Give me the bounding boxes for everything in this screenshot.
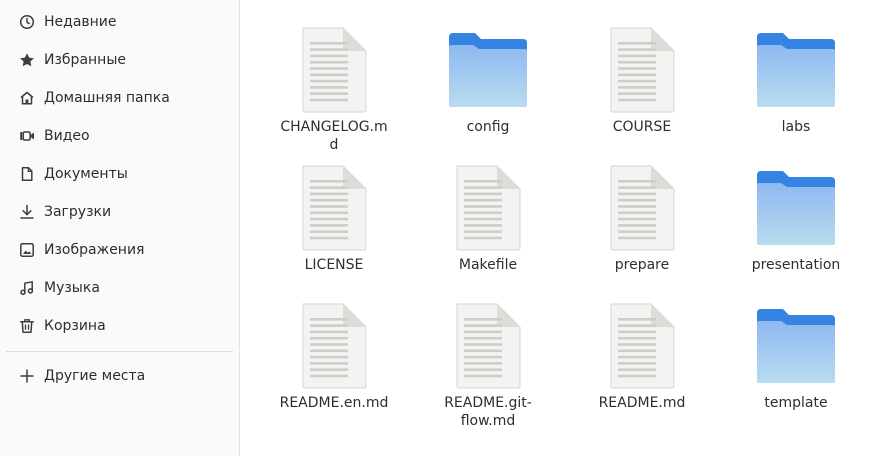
file-item[interactable]: CHANGELOG.md bbox=[257, 22, 411, 160]
sidebar-item-documents[interactable]: Документы bbox=[0, 155, 239, 193]
file-item[interactable]: LICENSE bbox=[257, 160, 411, 298]
folder-icon bbox=[748, 22, 844, 118]
sidebar-item-downloads[interactable]: Загрузки bbox=[0, 193, 239, 231]
clock-icon bbox=[19, 14, 35, 30]
sidebar-item-label: Изображения bbox=[44, 242, 145, 258]
folder-icon bbox=[748, 298, 844, 394]
file-item[interactable]: README.md bbox=[565, 298, 719, 436]
star-icon bbox=[19, 52, 35, 68]
file-name-label: LICENSE bbox=[304, 257, 364, 273]
document-icon bbox=[19, 166, 35, 182]
text-file-icon bbox=[594, 22, 690, 118]
home-icon bbox=[19, 90, 35, 106]
file-name-label: README.md bbox=[598, 395, 686, 411]
sidebar-item-recent[interactable]: Недавние bbox=[0, 3, 239, 41]
text-file-icon bbox=[594, 160, 690, 256]
sidebar-item-label: Загрузки bbox=[44, 204, 112, 220]
sidebar: Недавние Избранные Домашняя папка Видео bbox=[0, 0, 240, 456]
video-icon bbox=[19, 128, 35, 144]
sidebar-item-music[interactable]: Музыка bbox=[0, 269, 239, 307]
text-file-icon bbox=[286, 160, 382, 256]
sidebar-item-videos[interactable]: Видео bbox=[0, 117, 239, 155]
file-name-label: Makefile bbox=[458, 257, 518, 273]
file-item[interactable]: prepare bbox=[565, 160, 719, 298]
file-name-label: labs bbox=[781, 119, 811, 135]
sidebar-item-other-places[interactable]: Другие места bbox=[0, 357, 239, 395]
file-item[interactable]: README.git-flow.md bbox=[411, 298, 565, 436]
text-file-icon bbox=[286, 22, 382, 118]
folder-icon bbox=[748, 160, 844, 256]
file-grid: CHANGELOG.md config COURSE labs LICENSE Makef… bbox=[257, 22, 873, 436]
file-name-label: template bbox=[764, 395, 828, 411]
sidebar-item-label: Музыка bbox=[44, 280, 100, 296]
file-view: CHANGELOG.md config COURSE labs LICENSE Makef… bbox=[240, 0, 875, 456]
sidebar-item-label: Другие места bbox=[44, 368, 146, 384]
file-name-label: CHANGELOG.md bbox=[280, 119, 388, 153]
sidebar-item-label: Документы bbox=[44, 166, 128, 182]
sidebar-divider bbox=[6, 351, 233, 352]
sidebar-item-label: Недавние bbox=[44, 14, 117, 30]
file-name-label: config bbox=[466, 119, 510, 135]
file-item[interactable]: Makefile bbox=[411, 160, 565, 298]
sidebar-item-label: Видео bbox=[44, 128, 90, 144]
text-file-icon bbox=[440, 160, 536, 256]
file-manager-window: Недавние Избранные Домашняя папка Видео bbox=[0, 0, 875, 456]
sidebar-item-trash[interactable]: Корзина bbox=[0, 307, 239, 345]
file-name-label: prepare bbox=[614, 257, 670, 273]
folder-item[interactable]: config bbox=[411, 22, 565, 160]
text-file-icon bbox=[594, 298, 690, 394]
sidebar-item-pictures[interactable]: Изображения bbox=[0, 231, 239, 269]
file-name-label: README.en.md bbox=[279, 395, 389, 411]
folder-item[interactable]: template bbox=[719, 298, 873, 436]
trash-icon bbox=[19, 318, 35, 334]
text-file-icon bbox=[286, 298, 382, 394]
file-item[interactable]: README.en.md bbox=[257, 298, 411, 436]
sidebar-item-label: Домашняя папка bbox=[44, 90, 170, 106]
download-icon bbox=[19, 204, 35, 220]
music-icon bbox=[19, 280, 35, 296]
folder-item[interactable]: presentation bbox=[719, 160, 873, 298]
file-name-label: COURSE bbox=[612, 119, 672, 135]
sidebar-item-starred[interactable]: Избранные bbox=[0, 41, 239, 79]
text-file-icon bbox=[440, 298, 536, 394]
sidebar-item-home[interactable]: Домашняя папка bbox=[0, 79, 239, 117]
sidebar-item-label: Избранные bbox=[44, 52, 126, 68]
sidebar-item-label: Корзина bbox=[44, 318, 106, 334]
folder-icon bbox=[440, 22, 536, 118]
file-name-label: README.git-flow.md bbox=[444, 395, 532, 429]
folder-item[interactable]: labs bbox=[719, 22, 873, 160]
file-name-label: presentation bbox=[751, 257, 841, 273]
plus-icon bbox=[19, 368, 35, 384]
file-item[interactable]: COURSE bbox=[565, 22, 719, 160]
image-icon bbox=[19, 242, 35, 258]
